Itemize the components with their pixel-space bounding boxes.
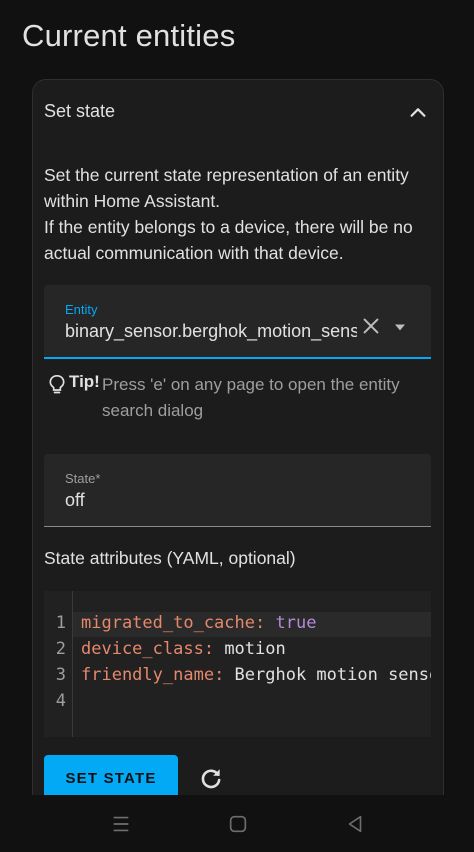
yaml-key: friendly_name [81,665,215,685]
chevron-up-icon[interactable] [407,102,429,124]
code-line: friendly_name: Berghok motion sensor [81,665,431,685]
entity-input[interactable]: binary_sensor.berghok_motion_sensor [65,321,357,342]
line-number: 1 [55,613,66,633]
yaml-separator: : [203,639,225,659]
code-line: device_class: motion [81,639,286,659]
lightbulb-icon [49,374,65,394]
recent-apps-icon[interactable] [110,813,132,835]
set-state-title: Set state [44,101,116,121]
description-text: Set the current state representation of … [44,165,413,263]
android-nav-bar [0,795,474,852]
yaml-value: Berghok motion sensor [234,665,431,685]
line-number: 2 [55,639,66,659]
yaml-value: true [275,613,317,633]
refresh-icon[interactable] [198,766,224,792]
set-state-card: Set state Set the current state represen… [32,79,444,841]
line-number: 3 [55,665,66,685]
tip-text: Press 'e' on any page to open the entity… [102,375,400,420]
attributes-label: State attributes (YAML, optional) [44,548,296,568]
state-label: State* [65,471,101,486]
tip-label: Tip! [69,372,100,391]
code-line: migrated_to_cache: true [81,613,316,633]
line-number-gutter: 1 2 3 4 [44,591,73,737]
set-state-description: Set the current state representation of … [44,162,439,266]
state-field[interactable]: State* off [44,454,431,527]
yaml-key: migrated_to_cache [81,613,255,633]
menu-down-icon[interactable] [390,317,410,337]
close-icon[interactable] [360,315,382,337]
state-input[interactable]: off [65,490,85,511]
back-icon[interactable] [344,813,366,835]
yaml-separator: : [214,665,235,685]
entity-label: Entity [65,302,98,317]
set-state-header[interactable]: Set state [33,80,443,142]
yaml-key: device_class [81,639,204,659]
yaml-separator: : [255,613,276,633]
yaml-value: motion [224,639,286,659]
page-title: Current entities [22,18,236,53]
entity-picker-field[interactable]: Entity binary_sensor.berghok_motion_sens… [44,285,431,359]
yaml-editor[interactable]: 1 2 3 4 migrated_to_cache: true device_c… [44,591,431,737]
home-icon[interactable] [227,813,249,835]
line-number: 4 [55,691,66,711]
